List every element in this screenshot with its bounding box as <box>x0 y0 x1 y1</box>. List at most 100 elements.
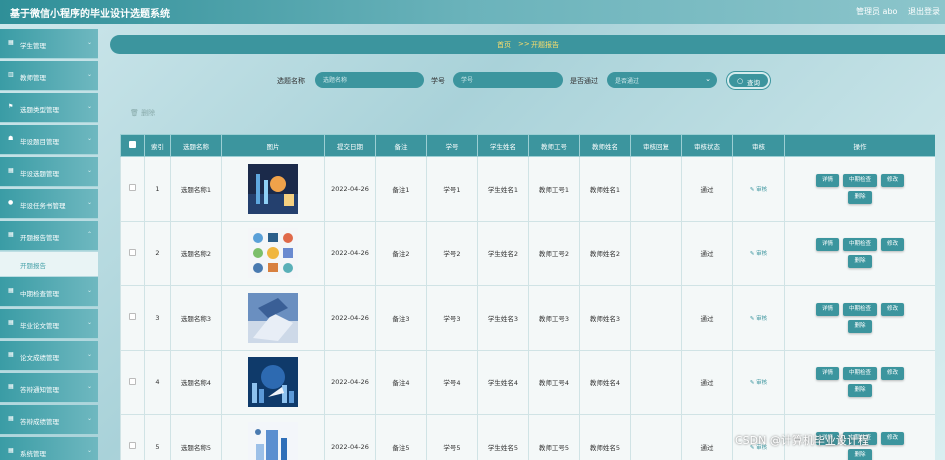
chevron-down-icon: ⌄ <box>86 383 92 390</box>
audit-link-label: 审核 <box>756 251 768 258</box>
cell-teacher-id: 教师工号3 <box>528 285 580 351</box>
edit-button[interactable]: 修改 <box>881 238 905 252</box>
topic-thumbnail-image <box>248 292 298 343</box>
sidebar-item-label: 开题报告管理 <box>20 234 59 242</box>
cell-audit: ✎ 审核 <box>732 285 785 351</box>
cell-student-name: 学生姓名3 <box>477 285 529 351</box>
cell-topic-name: 选题名称4 <box>170 349 222 415</box>
midterm-check-button[interactable]: 中期检查 <box>842 302 877 316</box>
cell-student-name: 学生姓名4 <box>477 349 529 415</box>
batch-delete-label: 删除 <box>141 109 156 117</box>
chevron-down-icon: ⌄ <box>86 167 92 174</box>
cell-teacher-id: 教师工号2 <box>528 220 580 286</box>
select-all-checkbox[interactable] <box>120 134 145 157</box>
chevron-up-icon: ⌃ <box>86 231 92 238</box>
sidebar-item-label: 学生管理 <box>20 42 46 50</box>
sidebar-item-label: 毕设选题管理 <box>20 170 59 178</box>
edit-button[interactable]: 修改 <box>881 173 905 187</box>
cell-audit-reply <box>630 156 682 222</box>
sidebar-item-thesis-topics[interactable]: ☗ 毕设题目管理 ⌄ <box>0 125 98 155</box>
row-checkbox[interactable] <box>120 220 145 286</box>
delete-button[interactable]: 删除 <box>848 255 872 269</box>
row-checkbox[interactable] <box>120 349 145 415</box>
detail-button[interactable]: 详情 <box>815 302 839 316</box>
query-button[interactable]: ○ 查询 <box>727 72 770 89</box>
chevron-down-icon: ⌄ <box>86 135 92 142</box>
row-checkbox[interactable] <box>120 156 145 222</box>
detail-button[interactable]: 详情 <box>815 173 839 187</box>
breadcrumb-home[interactable]: 首页 <box>497 40 511 50</box>
midterm-check-button[interactable]: 中期检查 <box>842 173 877 187</box>
delete-button[interactable]: 删除 <box>848 319 872 333</box>
chevron-down-icon: ⌄ <box>86 447 92 454</box>
midterm-check-button[interactable]: 中期检查 <box>842 367 877 381</box>
delete-button[interactable]: 删除 <box>848 448 872 460</box>
sidebar-item-label: 毕设题目管理 <box>20 138 59 146</box>
header-note: 备注 <box>375 134 427 157</box>
sidebar-item-defense-notice[interactable]: ▦ 答辩通知管理 ⌄ <box>0 373 98 403</box>
header-student-id: 学号 <box>426 134 478 157</box>
row-checkbox[interactable] <box>120 285 145 351</box>
detail-button[interactable]: 详情 <box>815 367 839 381</box>
cell-image <box>221 156 325 222</box>
delete-button[interactable]: 删除 <box>848 384 872 398</box>
student-id-input[interactable] <box>453 72 563 88</box>
midterm-check-button[interactable]: 中期检查 <box>842 238 877 252</box>
sidebar-item-task-book[interactable]: ● 毕设任务书管理 ⌄ <box>0 189 98 219</box>
cell-date: 2022-04-26 <box>324 220 376 286</box>
sidebar-item-midterm[interactable]: ▦ 中期检查管理 ⌄ <box>0 277 98 307</box>
sidebar-item-defense-grades[interactable]: ▦ 答辩成绩管理 ⌄ <box>0 405 98 435</box>
sidebar-item-topic-types[interactable]: ⚑ 选题类型管理 ⌄ <box>0 93 98 123</box>
sidebar-item-teachers[interactable]: ▥ 教师管理 ⌄ <box>0 61 98 91</box>
delete-button[interactable]: 删除 <box>848 190 872 204</box>
header-teacher-id: 教师工号 <box>528 134 580 157</box>
sidebar-item-students[interactable]: ▦ 学生管理 ⌄ <box>0 29 98 59</box>
chevron-down-icon: ⌄ <box>86 71 92 78</box>
sidebar-item-proposal[interactable]: ▦ 开题报告管理 ⌃ <box>0 221 98 251</box>
row-checkbox[interactable] <box>120 414 145 460</box>
sidebar-item-label: 毕业论文管理 <box>20 322 59 330</box>
edit-button[interactable]: 修改 <box>881 302 905 316</box>
pass-select-value: 是否通过 <box>615 78 640 85</box>
edit-button[interactable]: 修改 <box>881 431 905 445</box>
breadcrumb-separator: >> <box>518 40 530 48</box>
audit-link[interactable]: ✎ 审核 <box>750 316 767 322</box>
csdn-watermark: CSDN @计算机毕业设计程 <box>735 434 869 447</box>
chevron-down-icon: ⌄ <box>705 75 711 83</box>
cell-note: 备注4 <box>375 349 427 415</box>
topic-name-label: 选题名称 <box>277 77 305 85</box>
breadcrumb: 首页 >> 开题报告 <box>110 35 945 54</box>
audit-link[interactable]: ✎ 审核 <box>750 251 767 257</box>
cell-audit-status: 通过 <box>681 220 733 286</box>
audit-link[interactable]: ✎ 审核 <box>750 187 767 193</box>
sidebar-item-label: 选题类型管理 <box>20 106 59 114</box>
cell-date: 2022-04-26 <box>324 414 376 460</box>
edit-button[interactable]: 修改 <box>881 367 905 381</box>
chevron-down-icon: ⌄ <box>86 287 92 294</box>
cell-note: 备注1 <box>375 156 427 222</box>
cell-note: 备注3 <box>375 285 427 351</box>
pin-icon: ● <box>8 199 14 206</box>
cell-teacher-name: 教师姓名5 <box>579 414 631 460</box>
batch-delete-button[interactable]: 🗑 删除 <box>130 108 155 118</box>
audit-link[interactable]: ✎ 审核 <box>750 380 767 386</box>
sidebar-item-label: 教师管理 <box>20 74 46 82</box>
topic-name-input[interactable] <box>315 72 424 88</box>
detail-button[interactable]: 详情 <box>815 238 839 252</box>
table-row: 4 选题名称4 2022-04-26 备注4 学号4 学生姓名4 教师工号4 教… <box>120 349 935 415</box>
header-teacher-name: 教师姓名 <box>579 134 631 157</box>
sidebar-item-system[interactable]: ▦ 系统管理 ⌄ <box>0 437 98 460</box>
sidebar-subitem-proposal-report[interactable]: 开题报告 <box>0 252 98 276</box>
sidebar-item-topic-selection[interactable]: ▦ 毕设选题管理 ⌄ <box>0 157 98 187</box>
sidebar-item-thesis-grades[interactable]: ▦ 论文成绩管理 ⌄ <box>0 341 98 371</box>
cell-image <box>221 349 325 415</box>
cell-image <box>221 414 325 460</box>
cell-teacher-name: 教师姓名1 <box>579 156 631 222</box>
cell-actions: 详情 中期检查 修改 删除 <box>784 285 935 351</box>
chevron-down-icon: ⌄ <box>86 319 92 326</box>
sidebar-item-label: 系统管理 <box>20 450 46 458</box>
sidebar-item-thesis[interactable]: ▦ 毕业论文管理 ⌄ <box>0 309 98 339</box>
header-student-name: 学生姓名 <box>477 134 529 157</box>
pass-select[interactable]: 是否通过 ⌄ <box>607 72 717 88</box>
logout-link[interactable]: 退出登录 <box>908 6 940 17</box>
